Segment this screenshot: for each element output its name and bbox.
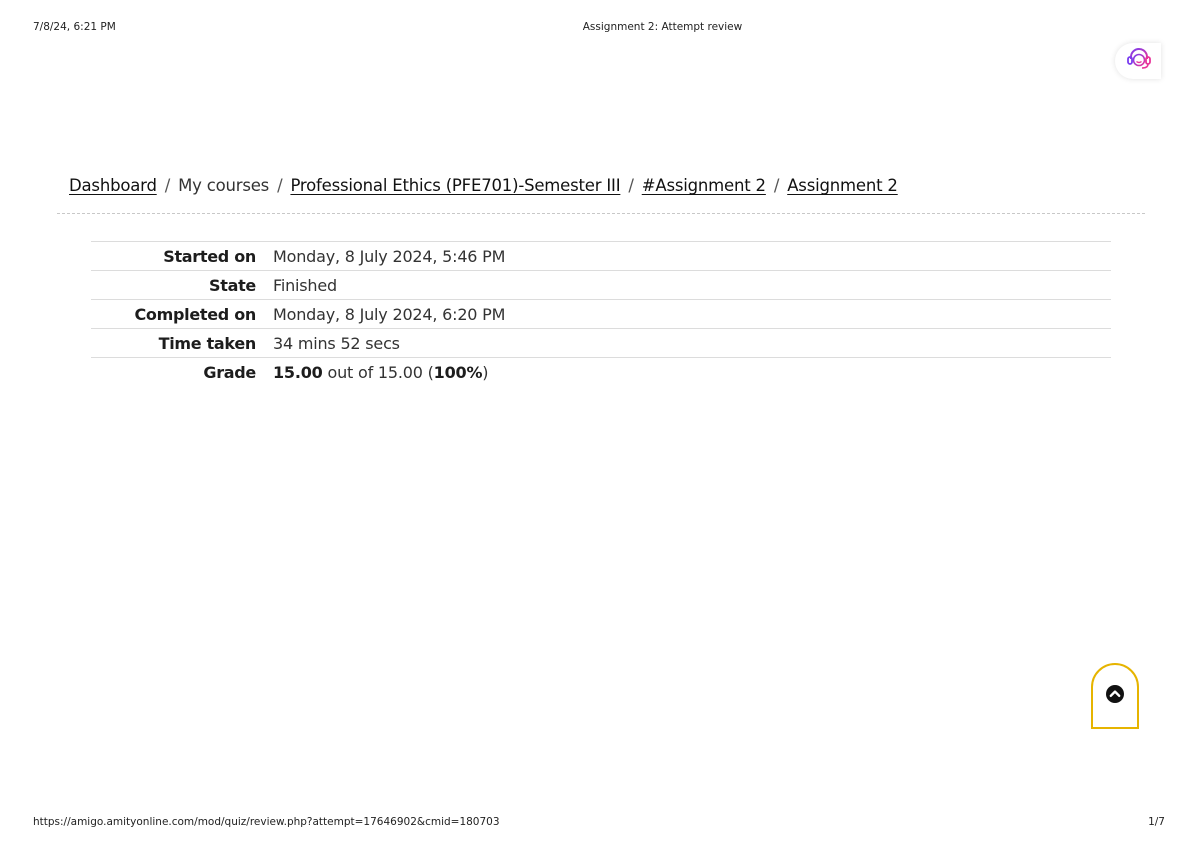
summary-row-time-taken: Time taken 34 mins 52 secs <box>91 328 1111 358</box>
breadcrumb-separator: / <box>628 176 634 195</box>
breadcrumb-section-link[interactable]: #Assignment 2 <box>642 176 766 195</box>
attempt-summary-table: Started on Monday, 8 July 2024, 5:46 PM … <box>91 241 1111 386</box>
print-page-indicator: 1/7 <box>1148 816 1165 828</box>
time-taken-label: Time taken <box>158 333 257 353</box>
breadcrumb: Dashboard / My courses / Professional Ethics… <box>69 176 898 195</box>
state-label: State <box>209 275 256 295</box>
print-page-title: Assignment 2: Attempt review <box>582 21 743 33</box>
support-button[interactable] <box>1115 43 1161 79</box>
breadcrumb-divider <box>57 213 1145 214</box>
state-value: Finished <box>273 275 337 295</box>
breadcrumb-separator: / <box>277 176 283 195</box>
breadcrumb-dashboard-link[interactable]: Dashboard <box>69 176 157 195</box>
summary-row-state: State Finished <box>91 270 1111 300</box>
grade-percent: 100% <box>433 362 483 382</box>
scroll-to-top-button[interactable] <box>1091 663 1139 729</box>
started-on-label: Started on <box>163 246 256 266</box>
summary-row-started-on: Started on Monday, 8 July 2024, 5:46 PM <box>91 241 1111 271</box>
chevron-up-circle-icon <box>1105 684 1125 709</box>
grade-close: ) <box>482 362 489 382</box>
headset-support-icon <box>1123 43 1155 80</box>
breadcrumb-assignment-link[interactable]: Assignment 2 <box>787 176 898 195</box>
grade-score: 15.00 <box>273 362 323 382</box>
grade-out-of: out of 15.00 ( <box>327 362 434 382</box>
completed-on-value: Monday, 8 July 2024, 6:20 PM <box>273 304 506 324</box>
summary-row-completed-on: Completed on Monday, 8 July 2024, 6:20 P… <box>91 299 1111 329</box>
completed-on-label: Completed on <box>134 304 256 324</box>
started-on-value: Monday, 8 July 2024, 5:46 PM <box>273 246 506 266</box>
print-header: 7/8/24, 6:21 PM Assignment 2: Attempt re… <box>0 21 1200 37</box>
breadcrumb-course-link[interactable]: Professional Ethics (PFE701)-Semester II… <box>290 176 620 195</box>
grade-value: 15.00 out of 15.00 (100%) <box>273 358 1111 387</box>
breadcrumb-separator: / <box>773 176 780 195</box>
grade-label: Grade <box>203 362 256 382</box>
breadcrumb-my-courses: My courses <box>178 176 270 195</box>
breadcrumb-separator: / <box>164 176 171 195</box>
print-url: https://amigo.amityonline.com/mod/quiz/r… <box>33 816 500 828</box>
time-taken-value: 34 mins 52 secs <box>273 333 400 353</box>
summary-row-grade: Grade 15.00 out of 15.00 (100%) <box>91 357 1111 387</box>
